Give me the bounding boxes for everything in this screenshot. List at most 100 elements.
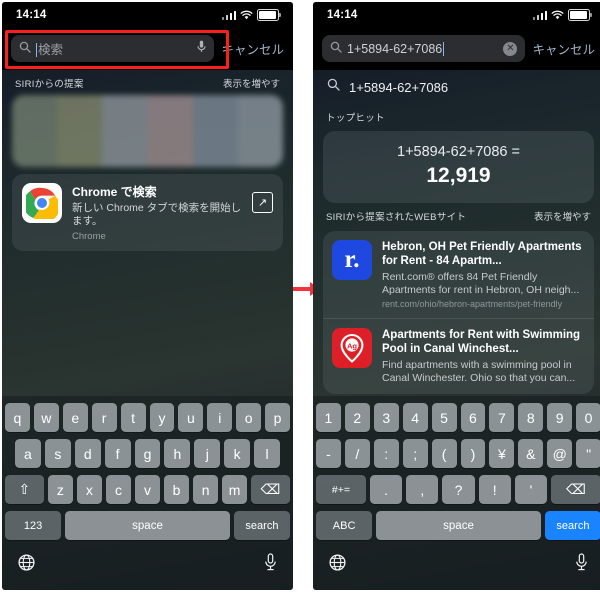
backspace-key[interactable]: ⌫ — [551, 475, 600, 504]
wifi-icon — [240, 10, 253, 20]
search-return-key[interactable]: search — [233, 511, 291, 540]
backspace-key[interactable]: ⌫ — [251, 475, 290, 504]
search-icon — [19, 40, 31, 58]
key-3[interactable]: 3 — [373, 403, 399, 432]
key-semicolon[interactable]: ; — [402, 439, 428, 468]
search-suggestion-row[interactable]: 1+5894-62+7086 — [313, 70, 600, 104]
key-2[interactable]: 2 — [344, 403, 370, 432]
key-n[interactable]: n — [193, 475, 219, 504]
key-o[interactable]: o — [236, 403, 262, 432]
search-bar-row-left: 検索 キャンセル — [2, 28, 293, 70]
show-more-button[interactable]: 表示を増やす — [223, 76, 280, 90]
key-question[interactable]: ? — [442, 475, 475, 504]
key-comma[interactable]: , — [406, 475, 439, 504]
key-v[interactable]: v — [134, 475, 161, 504]
key-paren-close[interactable]: ) — [460, 439, 486, 468]
key-0[interactable]: 0 — [576, 403, 600, 432]
key-h[interactable]: h — [164, 439, 191, 468]
space-key[interactable]: space — [65, 511, 230, 540]
calculator-top-hit-card[interactable]: 1+5894-62+7086 = 12,919 — [323, 131, 594, 203]
battery-icon — [568, 9, 592, 21]
search-input[interactable]: 検索 — [11, 35, 215, 62]
key-i[interactable]: i — [207, 403, 233, 432]
search-suggestion-text: 1+5894-62+7086 — [349, 79, 449, 95]
web-result-row[interactable]: r. Hebron, OH Pet Friendly Apartments fo… — [323, 231, 594, 318]
search-input-text: 検索 — [36, 43, 64, 57]
key-ampersand[interactable]: & — [518, 439, 544, 468]
key-5[interactable]: 5 — [431, 403, 457, 432]
key-e[interactable]: e — [62, 403, 88, 432]
space-key[interactable]: space — [376, 511, 541, 540]
open-external-icon[interactable]: ↗ — [252, 192, 273, 213]
status-bar-right: 14:14 — [313, 2, 600, 28]
key-g[interactable]: g — [134, 439, 161, 468]
apartmentguide-favicon: Ag — [332, 328, 372, 368]
key-c[interactable]: c — [105, 475, 131, 504]
key-a[interactable]: a — [15, 439, 41, 468]
key-w[interactable]: w — [33, 403, 59, 432]
key-hyphen[interactable]: - — [315, 439, 341, 468]
clear-circle-icon[interactable]: ✕ — [503, 41, 518, 56]
key-exclamation[interactable]: ! — [478, 475, 511, 504]
chrome-card-app-name: Chrome — [72, 231, 106, 243]
key-b[interactable]: b — [164, 475, 190, 504]
key-d[interactable]: d — [74, 439, 101, 468]
key-j[interactable]: j — [194, 439, 221, 468]
siri-app-suggestions-row[interactable] — [12, 95, 283, 167]
abc-key[interactable]: ABC — [316, 511, 373, 540]
globe-icon[interactable] — [18, 553, 35, 576]
key-u[interactable]: u — [178, 403, 204, 432]
key-colon[interactable]: : — [373, 439, 399, 468]
key-7[interactable]: 7 — [489, 403, 515, 432]
web-result-description: Find apartments with a swimming pool in … — [382, 358, 576, 384]
show-more-button[interactable]: 表示を増やす — [534, 209, 591, 223]
cancel-button[interactable]: キャンセル — [221, 39, 284, 58]
key-8[interactable]: 8 — [518, 403, 544, 432]
key-k[interactable]: k — [224, 439, 251, 468]
search-input[interactable]: 1+5894-62+7086 ✕ — [322, 35, 526, 62]
keyboard-row-2: - / : ; ( ) ¥ & @ " — [313, 439, 600, 468]
key-paren-open[interactable]: ( — [431, 439, 457, 468]
key-z[interactable]: z — [47, 475, 73, 504]
web-result-title: Apartments for Rent with Swimming Pool i… — [382, 329, 581, 356]
key-r[interactable]: r — [91, 403, 117, 432]
status-time: 14:14 — [16, 9, 47, 21]
key-q[interactable]: q — [4, 403, 30, 432]
key-9[interactable]: 9 — [547, 403, 573, 432]
search-return-key[interactable]: search — [544, 511, 600, 540]
key-x[interactable]: x — [76, 475, 102, 504]
key-period[interactable]: . — [369, 475, 403, 504]
key-quote[interactable]: " — [576, 439, 600, 468]
calculator-result: 12,919 — [426, 164, 491, 187]
key-y[interactable]: y — [149, 403, 175, 432]
key-yen[interactable]: ¥ — [489, 439, 515, 468]
key-4[interactable]: 4 — [402, 403, 428, 432]
microphone-icon[interactable] — [197, 40, 207, 58]
cellular-bars-icon — [532, 10, 547, 20]
text-caret — [36, 43, 37, 57]
key-m[interactable]: m — [222, 475, 248, 504]
key-t[interactable]: t — [120, 403, 146, 432]
keyboard-row-3: #+= . , ? ! ' ⌫ — [313, 475, 600, 504]
microphone-icon[interactable] — [575, 553, 588, 576]
shift-key[interactable]: ⇧ — [5, 475, 44, 504]
key-slash[interactable]: / — [344, 439, 370, 468]
globe-icon[interactable] — [329, 553, 346, 576]
cancel-button[interactable]: キャンセル — [532, 39, 595, 58]
key-6[interactable]: 6 — [460, 403, 486, 432]
key-p[interactable]: p — [265, 403, 291, 432]
web-result-row[interactable]: Ag Apartments for Rent with Swimming Poo… — [323, 318, 594, 394]
key-1[interactable]: 1 — [315, 403, 341, 432]
chrome-search-card[interactable]: Chrome で検索 新しい Chrome タブで検索を開始します。 Chrom… — [12, 174, 283, 252]
keyboard-row-1: 1 2 3 4 5 6 7 8 9 0 — [313, 403, 600, 432]
key-s[interactable]: s — [44, 439, 71, 468]
symbols-key[interactable]: #+= — [316, 475, 366, 504]
key-l[interactable]: l — [254, 439, 281, 468]
right-phone-screen: 14:14 1+5894-62+7086 ✕ キャンセル 1+5894-62+7… — [313, 2, 600, 590]
numeric-key[interactable]: 123 — [5, 511, 62, 540]
microphone-icon[interactable] — [264, 553, 277, 576]
key-f[interactable]: f — [104, 439, 131, 468]
key-apostrophe[interactable]: ' — [514, 475, 548, 504]
status-time: 14:14 — [327, 9, 358, 21]
key-at[interactable]: @ — [547, 439, 573, 468]
